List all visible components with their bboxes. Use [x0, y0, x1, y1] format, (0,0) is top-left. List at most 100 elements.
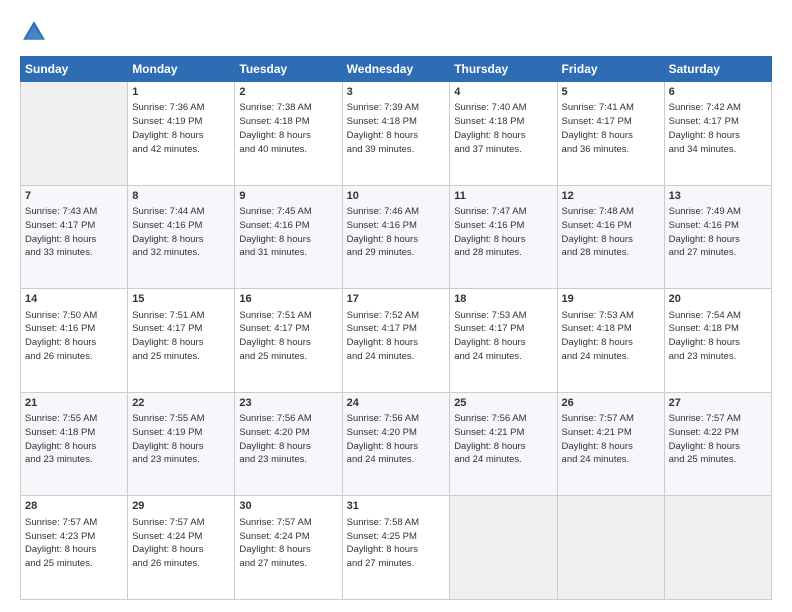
day-number: 13 [669, 189, 767, 204]
header [20, 18, 772, 46]
day-number: 2 [239, 85, 337, 100]
day-cell: 20 Sunrise: 7:54 AMSunset: 4:18 PMDayligh… [664, 289, 771, 393]
day-info: Sunrise: 7:42 AMSunset: 4:17 PMDaylight:… [669, 101, 767, 156]
header-cell-tuesday: Tuesday [235, 57, 342, 82]
day-cell: 18 Sunrise: 7:53 AMSunset: 4:17 PMDayligh… [450, 289, 557, 393]
day-cell: 8Sunrise: 7:44 AMSunset: 4:16 PMDaylight… [128, 185, 235, 289]
header-cell-saturday: Saturday [664, 57, 771, 82]
week-row-3: 14 Sunrise: 7:50 AMSunset: 4:16 PMDayligh… [21, 289, 772, 393]
day-number: 4 [454, 85, 552, 100]
day-info: Sunrise: 7:57 AMSunset: 4:21 PMDaylight:… [562, 412, 660, 467]
day-info: Sunrise: 7:52 AMSunset: 4:17 PMDaylight:… [347, 309, 446, 364]
day-info: Sunrise: 7:45 AMSunset: 4:16 PMDaylight:… [239, 205, 337, 260]
day-cell: 26Sunrise: 7:57 AMSunset: 4:21 PMDayligh… [557, 392, 664, 496]
day-number: 12 [562, 189, 660, 204]
day-number: 15 [132, 292, 230, 307]
day-number: 21 [25, 396, 123, 411]
day-cell [664, 496, 771, 600]
day-cell: 12Sunrise: 7:48 AMSunset: 4:16 PMDayligh… [557, 185, 664, 289]
calendar-body: 1Sunrise: 7:36 AMSunset: 4:19 PMDaylight… [21, 82, 772, 600]
header-cell-wednesday: Wednesday [342, 57, 450, 82]
day-cell: 1Sunrise: 7:36 AMSunset: 4:19 PMDaylight… [128, 82, 235, 186]
day-info: Sunrise: 7:51 AMSunset: 4:17 PMDaylight:… [239, 309, 337, 364]
day-info: Sunrise: 7:56 AMSunset: 4:21 PMDaylight:… [454, 412, 552, 467]
day-number: 8 [132, 189, 230, 204]
day-cell: 19 Sunrise: 7:53 AMSunset: 4:18 PMDayligh… [557, 289, 664, 393]
day-number: 3 [347, 85, 446, 100]
day-number: 30 [239, 499, 337, 514]
day-info: Sunrise: 7:57 AMSunset: 4:24 PMDaylight:… [239, 516, 337, 571]
day-number: 14 [25, 292, 123, 307]
page: SundayMondayTuesdayWednesdayThursdayFrid… [0, 0, 792, 612]
day-cell: 11Sunrise: 7:47 AMSunset: 4:16 PMDayligh… [450, 185, 557, 289]
day-info: Sunrise: 7:57 AMSunset: 4:24 PMDaylight:… [132, 516, 230, 571]
day-info: Sunrise: 7:56 AMSunset: 4:20 PMDaylight:… [347, 412, 446, 467]
day-info: Sunrise: 7:36 AMSunset: 4:19 PMDaylight:… [132, 101, 230, 156]
day-info: Sunrise: 7:53 AMSunset: 4:17 PMDaylight:… [454, 309, 552, 364]
day-cell: 16 Sunrise: 7:51 AMSunset: 4:17 PMDayligh… [235, 289, 342, 393]
day-info: Sunrise: 7:38 AMSunset: 4:18 PMDaylight:… [239, 101, 337, 156]
day-info: Sunrise: 7:49 AMSunset: 4:16 PMDaylight:… [669, 205, 767, 260]
day-number: 18 [454, 292, 552, 307]
day-cell: 13Sunrise: 7:49 AMSunset: 4:16 PMDayligh… [664, 185, 771, 289]
day-cell: 7Sunrise: 7:43 AMSunset: 4:17 PMDaylight… [21, 185, 128, 289]
day-cell: 6Sunrise: 7:42 AMSunset: 4:17 PMDaylight… [664, 82, 771, 186]
day-number: 20 [669, 292, 767, 307]
day-cell: 23Sunrise: 7:56 AMSunset: 4:20 PMDayligh… [235, 392, 342, 496]
day-cell: 22Sunrise: 7:55 AMSunset: 4:19 PMDayligh… [128, 392, 235, 496]
day-number: 24 [347, 396, 446, 411]
header-cell-thursday: Thursday [450, 57, 557, 82]
day-cell: 24Sunrise: 7:56 AMSunset: 4:20 PMDayligh… [342, 392, 450, 496]
day-cell: 17 Sunrise: 7:52 AMSunset: 4:17 PMDayligh… [342, 289, 450, 393]
logo-icon [20, 18, 48, 46]
week-row-2: 7Sunrise: 7:43 AMSunset: 4:17 PMDaylight… [21, 185, 772, 289]
day-cell: 28 Sunrise: 7:57 AMSunset: 4:23 PMDayligh… [21, 496, 128, 600]
day-cell: 15Sunrise: 7:51 AMSunset: 4:17 PMDayligh… [128, 289, 235, 393]
day-info: Sunrise: 7:41 AMSunset: 4:17 PMDaylight:… [562, 101, 660, 156]
calendar-table: SundayMondayTuesdayWednesdayThursdayFrid… [20, 56, 772, 600]
day-number: 10 [347, 189, 446, 204]
day-info: Sunrise: 7:50 AMSunset: 4:16 PMDaylight:… [25, 309, 123, 364]
day-info: Sunrise: 7:48 AMSunset: 4:16 PMDaylight:… [562, 205, 660, 260]
day-cell: 9Sunrise: 7:45 AMSunset: 4:16 PMDaylight… [235, 185, 342, 289]
day-number: 11 [454, 189, 552, 204]
day-number: 22 [132, 396, 230, 411]
day-cell [21, 82, 128, 186]
logo [20, 18, 52, 46]
day-info: Sunrise: 7:54 AMSunset: 4:18 PMDaylight:… [669, 309, 767, 364]
day-cell: 2Sunrise: 7:38 AMSunset: 4:18 PMDaylight… [235, 82, 342, 186]
day-info: Sunrise: 7:57 AMSunset: 4:23 PMDaylight:… [25, 516, 123, 571]
day-cell: 27Sunrise: 7:57 AMSunset: 4:22 PMDayligh… [664, 392, 771, 496]
day-cell: 14 Sunrise: 7:50 AMSunset: 4:16 PMDayligh… [21, 289, 128, 393]
day-info: Sunrise: 7:55 AMSunset: 4:18 PMDaylight:… [25, 412, 123, 467]
day-cell [557, 496, 664, 600]
day-number: 31 [347, 499, 446, 514]
day-number: 7 [25, 189, 123, 204]
header-cell-sunday: Sunday [21, 57, 128, 82]
day-number: 29 [132, 499, 230, 514]
day-info: Sunrise: 7:53 AMSunset: 4:18 PMDaylight:… [562, 309, 660, 364]
day-info: Sunrise: 7:56 AMSunset: 4:20 PMDaylight:… [239, 412, 337, 467]
day-number: 23 [239, 396, 337, 411]
day-info: Sunrise: 7:43 AMSunset: 4:17 PMDaylight:… [25, 205, 123, 260]
day-number: 1 [132, 85, 230, 100]
week-row-1: 1Sunrise: 7:36 AMSunset: 4:19 PMDaylight… [21, 82, 772, 186]
day-cell: 3Sunrise: 7:39 AMSunset: 4:18 PMDaylight… [342, 82, 450, 186]
day-cell: 10Sunrise: 7:46 AMSunset: 4:16 PMDayligh… [342, 185, 450, 289]
day-info: Sunrise: 7:57 AMSunset: 4:22 PMDaylight:… [669, 412, 767, 467]
header-cell-friday: Friday [557, 57, 664, 82]
week-row-5: 28 Sunrise: 7:57 AMSunset: 4:23 PMDayligh… [21, 496, 772, 600]
day-cell: 21Sunrise: 7:55 AMSunset: 4:18 PMDayligh… [21, 392, 128, 496]
day-number: 5 [562, 85, 660, 100]
day-info: Sunrise: 7:47 AMSunset: 4:16 PMDaylight:… [454, 205, 552, 260]
header-row: SundayMondayTuesdayWednesdayThursdayFrid… [21, 57, 772, 82]
day-cell: 30 Sunrise: 7:57 AMSunset: 4:24 PMDayligh… [235, 496, 342, 600]
day-number: 6 [669, 85, 767, 100]
day-info: Sunrise: 7:46 AMSunset: 4:16 PMDaylight:… [347, 205, 446, 260]
header-cell-monday: Monday [128, 57, 235, 82]
day-number: 28 [25, 499, 123, 514]
day-number: 16 [239, 292, 337, 307]
day-number: 19 [562, 292, 660, 307]
day-number: 17 [347, 292, 446, 307]
day-cell: 29 Sunrise: 7:57 AMSunset: 4:24 PMDayligh… [128, 496, 235, 600]
